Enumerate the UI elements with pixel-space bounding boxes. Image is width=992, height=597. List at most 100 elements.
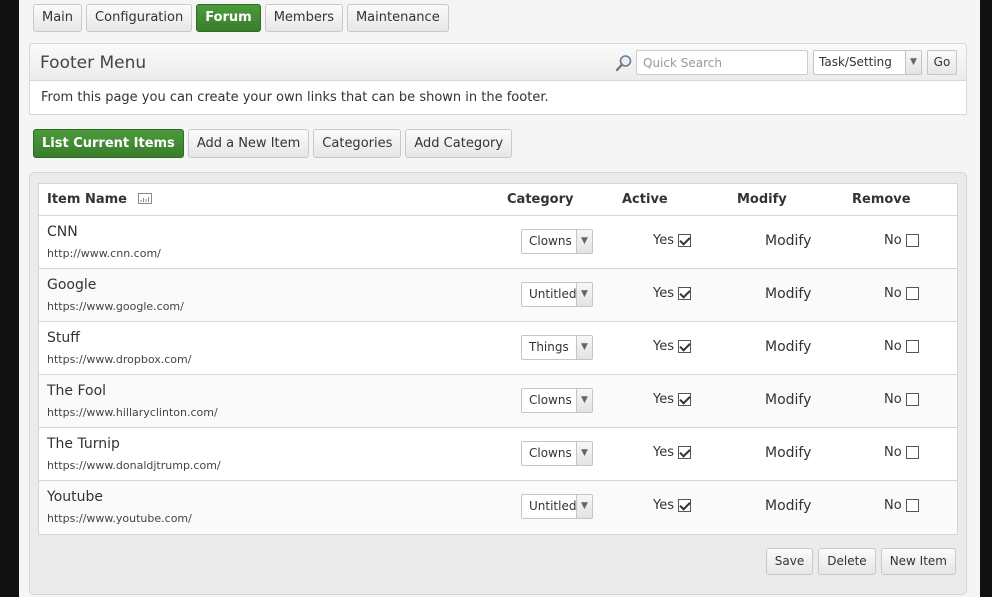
chevron-down-icon: ▼ [905, 51, 921, 74]
list-current-items-button[interactable]: List Current Items [33, 129, 184, 158]
remove-toggle: No [884, 498, 919, 513]
remove-toggle: No [884, 392, 919, 407]
item-url: https://www.google.com/ [47, 300, 184, 313]
tab-members[interactable]: Members [264, 4, 343, 32]
delete-button[interactable]: Delete [818, 548, 876, 575]
active-checkbox[interactable] [678, 340, 691, 353]
intro-text: From this page you can create your own l… [41, 90, 549, 105]
active-label: Yes [653, 445, 674, 460]
category-value: Untitled [529, 287, 577, 301]
sort-icon[interactable] [137, 192, 152, 204]
admin-page: Main Configuration Forum Members Mainten… [19, 0, 980, 597]
item-name: Google [47, 277, 97, 293]
add-category-button[interactable]: Add Category [405, 129, 513, 158]
item-name: The Turnip [47, 436, 120, 452]
category-select[interactable]: Clowns ▼ [521, 229, 593, 254]
modify-link[interactable]: Modify [765, 445, 811, 461]
remove-toggle: No [884, 445, 919, 460]
modify-link[interactable]: Modify [765, 392, 811, 408]
active-checkbox[interactable] [678, 287, 691, 300]
active-checkbox[interactable] [678, 499, 691, 512]
table-header: Item Name Category Active Modify Remove [39, 184, 957, 216]
table-row: Google https://www.google.com/Untitled ▼ Ye… [39, 269, 957, 322]
active-label: Yes [653, 498, 674, 513]
active-checkbox[interactable] [678, 446, 691, 459]
category-select[interactable]: Things ▼ [521, 335, 593, 360]
save-button[interactable]: Save [765, 548, 814, 575]
remove-label: No [884, 498, 902, 513]
header-remove: Remove [852, 192, 911, 207]
tab-configuration[interactable]: Configuration [86, 4, 193, 32]
chevron-down-icon: ▼ [576, 230, 592, 253]
action-buttons: List Current Items Add a New Item Catego… [33, 129, 513, 158]
remove-toggle: No [884, 286, 919, 301]
remove-label: No [884, 339, 902, 354]
item-name: CNN [47, 224, 78, 240]
modify-link[interactable]: Modify [765, 498, 811, 514]
remove-checkbox[interactable] [905, 499, 919, 512]
remove-toggle: No [884, 233, 919, 248]
add-new-item-button[interactable]: Add a New Item [187, 129, 310, 158]
table-row: Youtube https://www.youtube.com/Untitled ▼… [39, 481, 957, 534]
remove-checkbox[interactable] [905, 234, 919, 247]
table-row: The Turnip https://www.donaldjtrump.com/C… [39, 428, 957, 481]
item-url: https://www.donaldjtrump.com/ [47, 459, 221, 472]
chevron-down-icon: ▼ [576, 336, 592, 359]
remove-label: No [884, 392, 902, 407]
active-checkbox[interactable] [678, 234, 691, 247]
active-toggle: Yes [653, 498, 691, 513]
active-label: Yes [653, 392, 674, 407]
active-label: Yes [653, 286, 674, 301]
header-category: Category [507, 192, 574, 207]
active-checkbox[interactable] [678, 393, 691, 406]
category-value: Things [529, 340, 569, 354]
remove-checkbox[interactable] [905, 287, 919, 300]
tab-maintenance[interactable]: Maintenance [346, 4, 449, 32]
remove-checkbox[interactable] [905, 393, 919, 406]
active-toggle: Yes [653, 233, 691, 248]
item-name: Stuff [47, 330, 80, 346]
category-value: Clowns [529, 446, 572, 460]
table-row: CNN http://www.cnn.com/Clowns ▼ Yes Modify No [39, 216, 957, 269]
item-url: https://www.hillaryclinton.com/ [47, 406, 218, 419]
quick-search-input[interactable] [636, 50, 808, 75]
modify-link[interactable]: Modify [765, 233, 811, 249]
modify-link[interactable]: Modify [765, 339, 811, 355]
items-table: Item Name Category Active Modify Remove … [38, 183, 958, 535]
task-setting-select[interactable]: Task/Setting ▼ [813, 50, 922, 75]
intro-panel: From this page you can create your own l… [29, 81, 967, 115]
panel-header: Footer Menu Task/Setting ▼ Go [29, 43, 967, 81]
category-value: Clowns [529, 234, 572, 248]
category-select[interactable]: Untitled ▼ [521, 494, 593, 519]
page-title: Footer Menu [40, 53, 147, 73]
active-label: Yes [653, 233, 674, 248]
task-setting-value: Task/Setting [819, 55, 892, 69]
active-toggle: Yes [653, 286, 691, 301]
remove-checkbox[interactable] [905, 446, 919, 459]
item-url: https://www.dropbox.com/ [47, 353, 192, 366]
category-select[interactable]: Untitled ▼ [521, 282, 593, 307]
modify-link[interactable]: Modify [765, 286, 811, 302]
category-select[interactable]: Clowns ▼ [521, 388, 593, 413]
active-toggle: Yes [653, 339, 691, 354]
chevron-down-icon: ▼ [576, 442, 592, 465]
chevron-down-icon: ▼ [576, 283, 592, 306]
item-url: http://www.cnn.com/ [47, 247, 161, 260]
remove-checkbox[interactable] [905, 340, 919, 353]
category-value: Untitled [529, 499, 577, 513]
categories-button[interactable]: Categories [313, 129, 402, 158]
go-button[interactable]: Go [927, 50, 957, 75]
items-panel: Item Name Category Active Modify Remove … [29, 172, 967, 595]
table-footer-buttons: Save Delete New Item [765, 548, 956, 575]
tab-forum[interactable]: Forum [196, 4, 261, 32]
chevron-down-icon: ▼ [576, 389, 592, 412]
active-label: Yes [653, 339, 674, 354]
new-item-button[interactable]: New Item [880, 548, 956, 575]
category-select[interactable]: Clowns ▼ [521, 441, 593, 466]
remove-label: No [884, 286, 902, 301]
header-item-name[interactable]: Item Name [47, 192, 152, 207]
tab-main[interactable]: Main [33, 4, 83, 32]
table-row: Stuff https://www.dropbox.com/Things ▼ Yes M… [39, 322, 957, 375]
top-tabs: Main Configuration Forum Members Mainten… [33, 4, 449, 32]
category-value: Clowns [529, 393, 572, 407]
